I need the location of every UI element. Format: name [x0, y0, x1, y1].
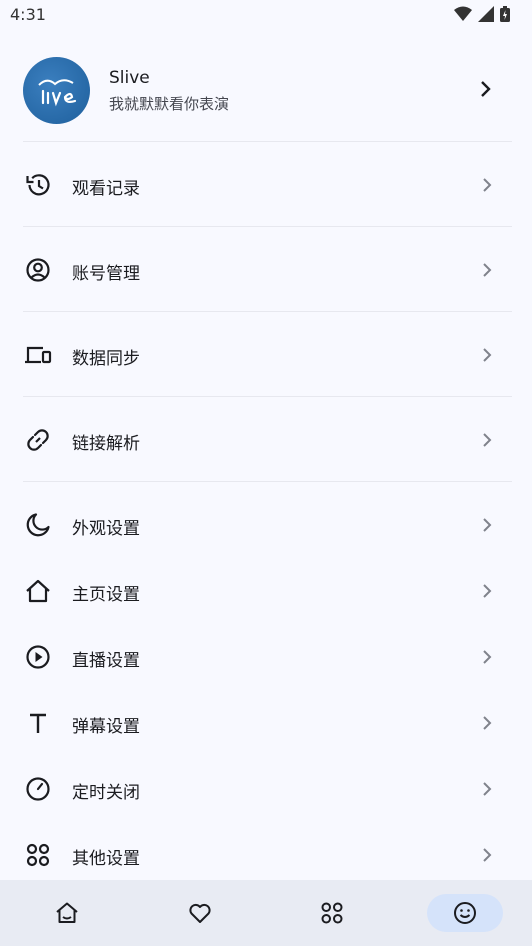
menu-item-label: 链接解析 [72, 434, 140, 454]
chevron-right-icon [483, 518, 492, 532]
chevron-right-icon [483, 782, 492, 796]
devices-icon [25, 346, 52, 364]
signal-icon [478, 6, 494, 22]
app-logo-icon [38, 79, 77, 107]
menu-item-label: 其他设置 [72, 849, 140, 869]
menu-item-other-settings[interactable]: 其他设置 [0, 822, 532, 888]
menu-item-history[interactable]: 观看记录 [0, 152, 532, 218]
link-icon [27, 429, 49, 451]
chevron-right-icon [483, 178, 492, 192]
account-icon [26, 258, 50, 282]
apps-icon [26, 843, 50, 867]
timer-icon [26, 777, 50, 801]
bottom-navigation [0, 880, 532, 946]
chevron-right-icon [483, 348, 492, 362]
menu-item-label: 外观设置 [72, 519, 140, 539]
status-bar: 4:31 [0, 0, 532, 30]
menu-item-label: 直播设置 [72, 651, 140, 671]
divider [23, 141, 512, 142]
menu-item-sync[interactable]: 数据同步 [0, 322, 532, 388]
profile-subtitle: 我就默默看你表演 [109, 95, 230, 113]
menu-item-live-settings[interactable]: 直播设置 [0, 624, 532, 690]
menu-item-account[interactable]: 账号管理 [0, 237, 532, 303]
text-icon [30, 713, 46, 733]
wifi-icon [454, 6, 472, 21]
home-icon [26, 579, 50, 603]
menu-item-label: 定时关闭 [72, 783, 140, 803]
status-time: 4:31 [10, 5, 46, 24]
profile-card[interactable]: Slive 我就默默看你表演 [0, 50, 532, 140]
menu-item-link-parse[interactable]: 链接解析 [0, 407, 532, 473]
chevron-right-icon [483, 650, 492, 664]
avatar [23, 57, 90, 124]
divider [23, 311, 512, 312]
moon-icon [26, 513, 50, 537]
divider [23, 481, 512, 482]
smile-icon [454, 902, 476, 924]
play-circle-icon [26, 645, 50, 669]
nav-home[interactable] [27, 894, 107, 932]
menu-item-danmaku-settings[interactable]: 弹幕设置 [0, 690, 532, 756]
nav-favorites[interactable] [160, 894, 240, 932]
menu-item-home-settings[interactable]: 主页设置 [0, 558, 532, 624]
nav-categories[interactable] [292, 894, 372, 932]
chevron-right-icon [483, 716, 492, 730]
chevron-right-icon [483, 584, 492, 598]
chevron-right-icon [481, 81, 491, 97]
nav-profile[interactable] [427, 894, 503, 932]
menu-item-label: 观看记录 [72, 179, 140, 199]
menu-item-label: 主页设置 [72, 585, 140, 605]
chevron-right-icon [483, 433, 492, 447]
apps-icon [321, 902, 343, 924]
heart-icon [189, 903, 211, 923]
menu-item-appearance[interactable]: 外观设置 [0, 492, 532, 558]
home-icon [56, 902, 78, 923]
menu-item-timer[interactable]: 定时关闭 [0, 756, 532, 822]
menu-item-label: 账号管理 [72, 264, 140, 284]
divider [23, 226, 512, 227]
history-icon [26, 174, 50, 196]
battery-icon [500, 6, 510, 22]
chevron-right-icon [483, 263, 492, 277]
menu-item-label: 弹幕设置 [72, 717, 140, 737]
menu-item-label: 数据同步 [72, 349, 140, 369]
chevron-right-icon [483, 848, 492, 862]
divider [23, 396, 512, 397]
profile-name: Slive [109, 68, 150, 88]
